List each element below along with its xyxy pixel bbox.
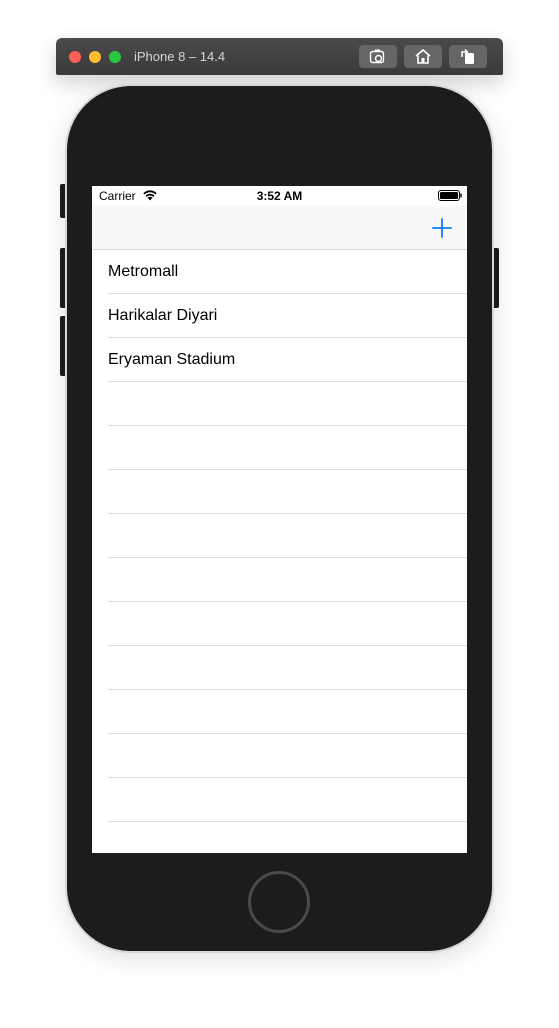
battery-icon [438, 190, 462, 201]
rotate-button[interactable] [449, 45, 487, 68]
screenshot-button[interactable] [359, 45, 397, 68]
empty-table-row [92, 558, 467, 602]
row-label: Harikalar Diyari [108, 307, 218, 324]
empty-table-row [92, 646, 467, 690]
status-time: 3:52 AM [256, 189, 303, 203]
empty-table-row [92, 734, 467, 778]
status-bar: Carrier 3:52 AM [92, 186, 467, 206]
empty-table-row [92, 514, 467, 558]
row-label: Metromall [108, 263, 179, 280]
add-button[interactable] [431, 217, 453, 239]
navigation-bar [92, 206, 467, 250]
window-title: iPhone 8 – 14.4 [134, 49, 226, 64]
rotate-icon [461, 48, 474, 64]
table-row[interactable]: Eryaman Stadium [92, 338, 467, 382]
simulator-titlebar: iPhone 8 – 14.4 [56, 38, 503, 75]
screenshot-icon [369, 49, 385, 64]
zoom-window-button[interactable] [109, 51, 121, 63]
empty-table-row [92, 778, 467, 822]
empty-table-row [92, 382, 467, 426]
device-screen: Carrier 3:52 AM Metromall Harikalar Diya… [92, 186, 467, 853]
minimize-window-button[interactable] [89, 51, 101, 63]
empty-table-row [92, 690, 467, 734]
empty-table-row [92, 470, 467, 514]
table-row[interactable]: Harikalar Diyari [92, 294, 467, 338]
row-label: Eryaman Stadium [108, 351, 236, 368]
home-toolbar-button[interactable] [404, 45, 442, 68]
device-home-button[interactable] [248, 871, 310, 933]
home-icon [415, 49, 431, 64]
table-row[interactable]: Metromall [92, 250, 467, 294]
close-window-button[interactable] [69, 51, 81, 63]
empty-table-row [92, 602, 467, 646]
empty-table-row [92, 426, 467, 470]
places-table: Metromall Harikalar Diyari Eryaman Stadi… [92, 250, 467, 822]
simulator-canvas: iPhone 8 – 14.4 Carrier 3:52 AM Metromal… [0, 0, 559, 1028]
